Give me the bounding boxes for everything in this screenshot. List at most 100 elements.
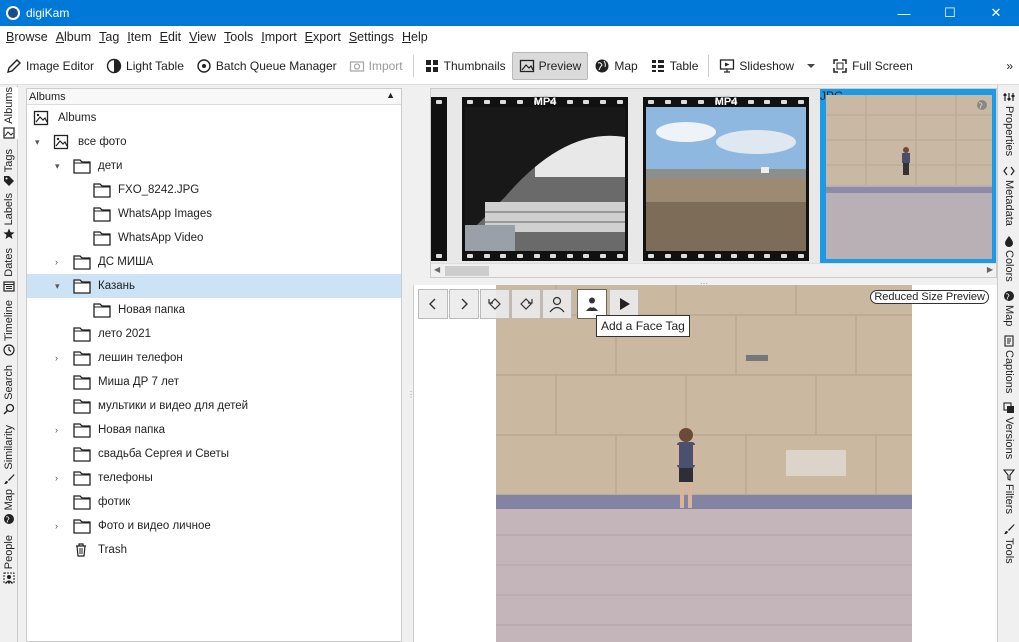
table-button[interactable]: Table [644, 52, 705, 80]
menu-album[interactable]: Album [52, 30, 95, 44]
scrollbar-thumb[interactable] [445, 266, 489, 276]
collapse-arrow-icon[interactable]: › [55, 425, 65, 435]
album-tree-item[interactable]: ▾ дети [27, 154, 401, 178]
star-icon [3, 228, 15, 240]
tab-tools[interactable]: Tools [1001, 523, 1017, 564]
album-tree-item[interactable]: свадьба Сергея и Светы [27, 442, 401, 466]
tab-map[interactable]: Map [0, 489, 18, 525]
tab-metadata[interactable]: Metadata [1001, 165, 1017, 226]
thumbnail-partial[interactable] [431, 97, 447, 261]
tab-map-right[interactable]: Map [1001, 290, 1017, 326]
thumbnails-label: Thumbnails [443, 58, 506, 73]
tab-dates-label: Dates [3, 248, 15, 277]
thumbnails-button[interactable]: Thumbnails [418, 52, 512, 80]
menu-edit[interactable]: Edit [156, 30, 186, 44]
tab-dates[interactable]: Dates [0, 248, 18, 292]
scroll-left-icon[interactable]: ◀ [434, 265, 440, 274]
collapse-arrow-icon[interactable]: › [55, 473, 65, 483]
album-tree-item[interactable]: WhatsApp Video [27, 226, 401, 250]
import-button[interactable]: Import [343, 52, 409, 80]
menu-help[interactable]: Help [398, 30, 432, 44]
thumbnail-scrollbar[interactable]: ◀ ▶ [431, 263, 996, 277]
preview-button[interactable]: Preview [511, 51, 589, 80]
thumbnail-selected-photo[interactable]: JPG [820, 89, 996, 265]
collapse-arrow-icon[interactable]: › [55, 521, 65, 531]
expand-arrow-icon[interactable]: ▾ [55, 161, 65, 172]
album-tree-item[interactable]: Albums [27, 106, 401, 130]
maximize-button[interactable]: ☐ [927, 0, 973, 26]
preview-photo[interactable] [496, 285, 912, 642]
tab-albums[interactable]: Albums [0, 87, 18, 139]
batch-queue-manager-button[interactable]: Batch Queue Manager [190, 52, 343, 80]
tab-properties[interactable]: Properties [1001, 91, 1017, 156]
tab-filters[interactable]: Filters [1001, 469, 1017, 514]
folder-icon [73, 278, 91, 294]
toolbar-overflow-button[interactable]: » [1006, 59, 1013, 73]
slideshow-button[interactable]: Slideshow [713, 52, 800, 80]
album-tree-item[interactable]: › телефоны [27, 466, 401, 490]
album-tree-item[interactable]: ▾ Казань [27, 274, 401, 298]
album-tree-item-label: все фото [78, 136, 127, 148]
tab-labels[interactable]: Labels [0, 193, 18, 240]
menu-label: ettings [357, 29, 394, 44]
collapse-arrow-icon[interactable]: › [55, 257, 65, 267]
collapse-arrow-icon[interactable]: › [55, 353, 65, 363]
tab-timeline[interactable]: Timeline [0, 300, 18, 356]
album-tree-item[interactable]: FXO_8242.JPG [27, 178, 401, 202]
tab-similarity[interactable]: Similarity [0, 425, 18, 485]
next-image-button[interactable] [449, 289, 479, 319]
menu-tag[interactable]: Tag [95, 30, 123, 44]
trash-icon [73, 542, 91, 558]
album-tree-item[interactable]: мультики и видео для детей [27, 394, 401, 418]
album-tree-item[interactable]: ▾ все фото [27, 130, 401, 154]
album-tree-item[interactable]: лето 2021 [27, 322, 401, 346]
menu-view[interactable]: View [185, 30, 220, 44]
menu-export[interactable]: Export [301, 30, 345, 44]
slideshow-dropdown-button[interactable] [800, 52, 826, 80]
tab-tags[interactable]: Tags [0, 149, 18, 187]
light-table-button[interactable]: Light Table [100, 52, 190, 80]
rotate-right-button[interactable] [511, 289, 541, 319]
previous-image-button[interactable] [418, 289, 448, 319]
tab-tags-label: Tags [3, 149, 15, 173]
tab-colors[interactable]: Colors [1001, 235, 1017, 282]
rotate-left-button[interactable] [480, 289, 510, 319]
album-tree-item[interactable]: WhatsApp Images [27, 202, 401, 226]
menu-browse[interactable]: Browse [2, 30, 52, 44]
sort-arrow-icon[interactable]: ▲ [386, 90, 395, 100]
menu-mnemonic: A [55, 29, 65, 44]
expand-arrow-icon[interactable]: ▾ [55, 281, 65, 292]
close-button[interactable]: ✕ [973, 0, 1019, 26]
album-tree-item[interactable]: › лешин телефон [27, 346, 401, 370]
menu-tools[interactable]: Tools [220, 30, 257, 44]
album-tree-item[interactable]: › Новая папка [27, 418, 401, 442]
thumbnail-video-2[interactable]: MP4 [643, 96, 809, 261]
album-tree-item[interactable]: Миша ДР 7 лет [27, 370, 401, 394]
album-tree-item[interactable]: › Фото и видео личное [27, 514, 401, 538]
scroll-right-icon[interactable]: ▶ [987, 265, 993, 274]
thumbnail-image [826, 95, 992, 259]
thumbnail-video-1[interactable]: MP4 [462, 96, 628, 261]
image-editor-button[interactable]: Image Editor [0, 52, 100, 80]
tab-captions[interactable]: Captions [1001, 335, 1017, 393]
menu-import[interactable]: Import [257, 30, 300, 44]
minimize-button[interactable]: — [881, 0, 927, 26]
tab-search[interactable]: Search [0, 365, 18, 415]
expand-arrow-icon[interactable]: ▾ [35, 137, 45, 148]
face-detection-button[interactable] [542, 289, 572, 319]
albums-tree-header[interactable]: Albums ▲ [27, 89, 401, 105]
thumbnail-image [646, 107, 806, 251]
menu-item[interactable]: Item [123, 30, 155, 44]
album-tree-item[interactable]: Trash [27, 538, 401, 562]
album-tree-item-label: FXO_8242.JPG [118, 184, 200, 196]
map-button[interactable]: Map [588, 52, 643, 80]
tab-people[interactable]: People [0, 535, 18, 584]
menu-settings[interactable]: Settings [345, 30, 398, 44]
album-tree-item[interactable]: фотик [27, 490, 401, 514]
tab-versions[interactable]: Versions [1001, 402, 1017, 459]
full-screen-button[interactable]: Full Screen [826, 52, 919, 80]
album-tree-item[interactable]: Новая папка [27, 298, 401, 322]
album-tree-item[interactable]: › ДС МИША [27, 250, 401, 274]
thumbnail-image [465, 107, 625, 251]
tab-metadata-label: Metadata [1003, 180, 1015, 226]
